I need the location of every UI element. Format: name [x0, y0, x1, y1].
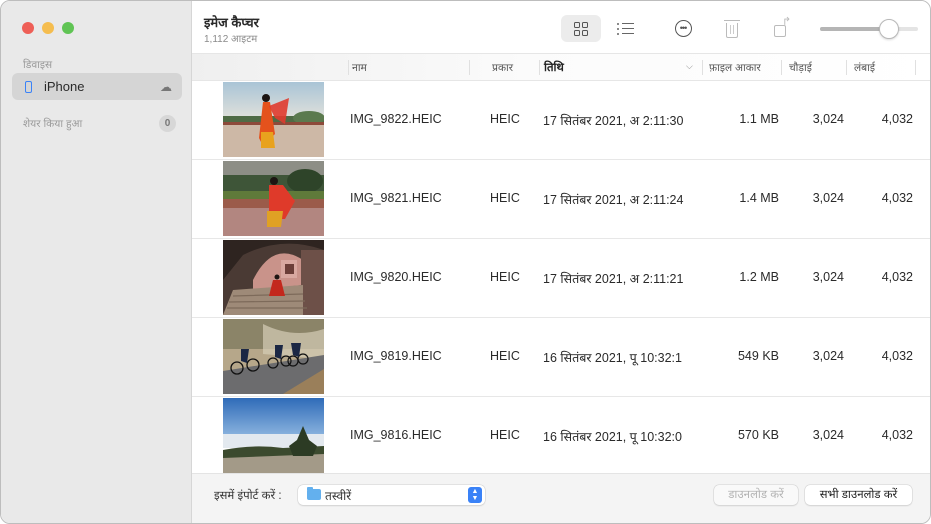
image-capture-window: डिवाइस iPhone ☁︎ शेयर किया हुआ 0 इमेज कै…	[0, 0, 931, 524]
sidebar: डिवाइस iPhone ☁︎ शेयर किया हुआ 0	[1, 1, 192, 523]
grid-icon	[574, 21, 588, 36]
chevron-up-down-icon: ▲ ▼	[468, 487, 482, 503]
download-all-button[interactable]: सभी डाउनलोड करें	[805, 485, 912, 505]
image-width: 3,024	[812, 428, 844, 442]
column-header-row: नाम प्रकार तिथि ⌵ फ़ाइल आकार चौड़ाई लंबा…	[192, 54, 930, 81]
devices-section-label: डिवाइस	[23, 59, 53, 71]
file-type: HEIC	[490, 349, 520, 363]
rotate-icon	[774, 24, 786, 37]
sidebar-item-iphone[interactable]: iPhone ☁︎	[12, 73, 182, 100]
table-row[interactable]: IMG_9816.HEIC HEIC 16 सितंबर 2021, पू 10…	[192, 397, 930, 473]
column-separator	[539, 60, 540, 75]
column-header-date[interactable]: तिथि	[544, 60, 564, 75]
ellipsis-circle-icon: •••	[674, 20, 692, 37]
window-title: इमेज कैप्चर	[204, 15, 259, 30]
cloud-icon: ☁︎	[160, 79, 172, 94]
column-header-size[interactable]: फ़ाइल आकार	[709, 61, 761, 75]
image-width: 3,024	[812, 112, 844, 126]
column-separator	[469, 60, 470, 75]
column-separator	[702, 60, 703, 75]
table-row[interactable]: IMG_9820.HEIC HEIC 17 सितंबर 2021, अ 2:1…	[192, 239, 930, 318]
file-size: 1.2 MB	[739, 270, 779, 284]
column-separator	[781, 60, 782, 75]
item-count: 1,112 आइटम	[204, 34, 258, 45]
table-row[interactable]: IMG_9819.HEIC HEIC 16 सितंबर 2021, पू 10…	[192, 318, 930, 397]
column-separator	[915, 60, 916, 75]
column-separator	[348, 60, 349, 75]
file-date: 16 सितंबर 2021, पू 10:32:0	[543, 430, 682, 444]
grid-view-button[interactable]	[561, 15, 601, 42]
column-header-type[interactable]: प्रकार	[492, 61, 513, 75]
file-date: 16 सितंबर 2021, पू 10:32:1	[543, 351, 682, 365]
file-name: IMG_9819.HEIC	[350, 349, 442, 363]
column-header-name[interactable]: नाम	[352, 61, 367, 75]
photo-list: IMG_9822.HEIC HEIC 17 सितंबर 2021, अ 2:1…	[192, 81, 930, 473]
file-name: IMG_9816.HEIC	[350, 428, 442, 442]
file-name: IMG_9822.HEIC	[350, 112, 442, 126]
slider-knob[interactable]	[878, 19, 899, 39]
list-icon	[616, 22, 634, 35]
image-height: 4,032	[881, 112, 913, 126]
zoom-button[interactable]	[62, 22, 74, 34]
shared-section-label: शेयर किया हुआ	[23, 118, 83, 130]
file-size: 1.1 MB	[739, 112, 779, 126]
file-name: IMG_9821.HEIC	[350, 191, 442, 205]
column-header-width[interactable]: चौड़ाई	[789, 61, 812, 75]
iphone-icon	[25, 80, 32, 93]
more-button[interactable]: •••	[663, 15, 703, 42]
shared-count-badge: 0	[159, 115, 176, 132]
image-height: 4,032	[881, 349, 913, 363]
main-content: इमेज कैप्चर 1,112 आइटम ••• ↰ नाम प्रकार …	[192, 1, 930, 523]
file-type: HEIC	[490, 428, 520, 442]
file-size: 570 KB	[737, 428, 779, 442]
table-row[interactable]: IMG_9821.HEIC HEIC 17 सितंबर 2021, अ 2:1…	[192, 160, 930, 239]
trash-icon	[724, 19, 740, 38]
photo-thumbnail	[223, 240, 324, 315]
image-height: 4,032	[881, 191, 913, 205]
rotate-button[interactable]	[760, 15, 800, 42]
file-date: 17 सितंबर 2021, अ 2:11:30	[543, 114, 684, 128]
column-separator	[846, 60, 847, 75]
image-height: 4,032	[881, 270, 913, 284]
column-header-height[interactable]: लंबाई	[854, 61, 875, 75]
photo-thumbnail	[223, 161, 324, 236]
import-destination-label: इसमें इंपोर्ट करें :	[214, 490, 282, 502]
file-size: 549 KB	[737, 349, 779, 363]
file-size: 1.4 MB	[739, 191, 779, 205]
file-type: HEIC	[490, 191, 520, 205]
photo-thumbnail	[223, 82, 324, 157]
image-width: 3,024	[812, 270, 844, 284]
device-name: iPhone	[44, 79, 85, 94]
table-row[interactable]: IMG_9822.HEIC HEIC 17 सितंबर 2021, अ 2:1…	[192, 81, 930, 160]
image-width: 3,024	[812, 349, 844, 363]
import-destination-value: तस्वीरें	[325, 489, 352, 503]
list-view-button[interactable]	[605, 15, 645, 42]
image-height: 4,032	[881, 428, 913, 442]
thumbnail-size-slider[interactable]	[820, 19, 920, 39]
close-button[interactable]	[22, 22, 34, 34]
minimize-button[interactable]	[42, 22, 54, 34]
image-width: 3,024	[812, 191, 844, 205]
photo-thumbnail	[223, 319, 324, 394]
chevron-down-icon: ⌵	[686, 61, 693, 71]
delete-button[interactable]	[712, 15, 752, 42]
file-type: HEIC	[490, 270, 520, 284]
download-button[interactable]: डाउनलोड करें	[714, 485, 798, 505]
photo-thumbnail	[223, 398, 324, 473]
window-controls	[22, 22, 74, 34]
folder-icon	[307, 487, 321, 500]
import-destination-select[interactable]: तस्वीरें ▲ ▼	[298, 485, 485, 505]
file-type: HEIC	[490, 112, 520, 126]
import-footer: इसमें इंपोर्ट करें : तस्वीरें ▲ ▼ डाउनलोड…	[192, 473, 930, 523]
file-date: 17 सितंबर 2021, अ 2:11:21	[543, 272, 684, 286]
toolbar: इमेज कैप्चर 1,112 आइटम •••	[192, 1, 930, 54]
file-name: IMG_9820.HEIC	[350, 270, 442, 284]
file-date: 17 सितंबर 2021, अ 2:11:24	[543, 193, 684, 207]
